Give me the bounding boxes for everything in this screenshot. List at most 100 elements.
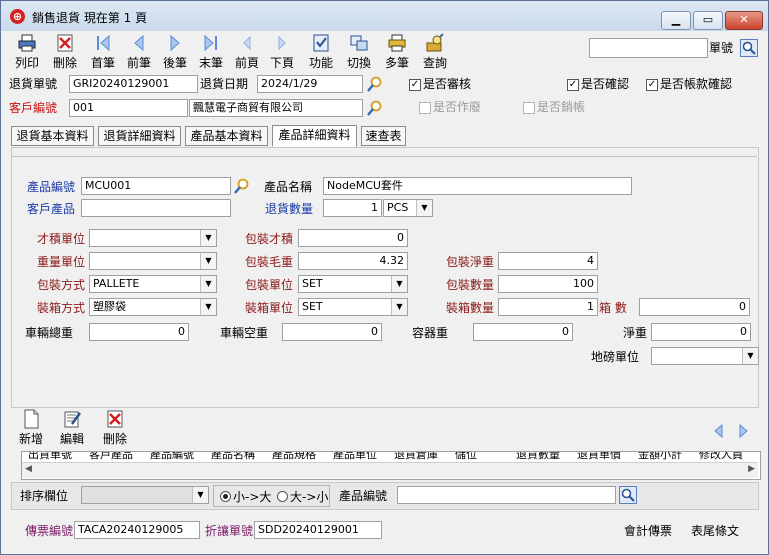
minimize-icon: ▁ bbox=[671, 13, 681, 26]
print-button[interactable]: 列印 bbox=[9, 33, 45, 71]
next-page-button[interactable]: 下頁 bbox=[264, 33, 300, 71]
scale-unit-select[interactable]: ▼ bbox=[651, 347, 759, 365]
multi-record-button[interactable]: 多筆 bbox=[379, 33, 415, 71]
sort-bar: 排序欄位 ▼ 小->大 大->小 產品編號 bbox=[11, 482, 759, 510]
product-lookup-icon[interactable] bbox=[233, 177, 251, 195]
return-qty-field[interactable]: 1 bbox=[323, 199, 382, 217]
reviewed-checkbox[interactable]: ✓ bbox=[409, 79, 421, 91]
sort-desc-radio[interactable] bbox=[277, 491, 288, 502]
grid-next-icon[interactable] bbox=[735, 423, 751, 439]
minimize-button[interactable]: ▁ bbox=[661, 11, 691, 30]
container-weight-field[interactable]: 0 bbox=[473, 323, 573, 341]
column-header[interactable]: 產品編號 bbox=[150, 452, 194, 462]
package-gross-label: 包裝毛重 bbox=[245, 255, 294, 269]
boxing-unit-select[interactable]: SET ▼ bbox=[298, 298, 408, 316]
column-header[interactable]: 客戶產品 bbox=[89, 452, 133, 462]
customer-lookup-icon[interactable] bbox=[366, 99, 384, 117]
voucher-no-field[interactable]: TACA20240129005 bbox=[74, 521, 200, 539]
search-icon[interactable] bbox=[619, 486, 637, 504]
product-name-field[interactable]: NodeMCU套件 bbox=[323, 177, 632, 195]
column-header[interactable]: 出貨單號 bbox=[28, 452, 72, 462]
query-icon bbox=[426, 33, 444, 52]
scroll-left-icon[interactable]: ◀ bbox=[25, 464, 32, 474]
boxing-method-select[interactable]: 塑膠袋 ▼ bbox=[89, 298, 217, 316]
net-weight-field[interactable]: 0 bbox=[651, 323, 751, 341]
switch-button[interactable]: 切換 bbox=[341, 33, 377, 71]
package-net-field[interactable]: 4 bbox=[498, 252, 598, 270]
column-header[interactable]: 退貨單價 bbox=[577, 452, 621, 462]
customer-product-field[interactable] bbox=[81, 199, 231, 217]
closed-checkbox bbox=[523, 102, 535, 114]
column-header[interactable]: 產品名稱 bbox=[211, 452, 255, 462]
close-button[interactable]: ✕ bbox=[725, 11, 763, 30]
package-method-label: 包裝方式 bbox=[37, 278, 86, 292]
volume-unit-select[interactable]: ▼ bbox=[89, 229, 217, 247]
return-items-grid[interactable]: 出貨單號 客戶產品 產品編號 產品名稱 產品規格 產品單位 退貨倉庫 儲位 退貨… bbox=[21, 451, 761, 480]
column-header[interactable]: 儲位 bbox=[455, 452, 477, 462]
package-unit-select[interactable]: SET ▼ bbox=[298, 275, 408, 293]
boxing-unit-label: 裝箱單位 bbox=[245, 301, 294, 315]
grid-prev-icon[interactable] bbox=[711, 423, 727, 439]
tab-return-detail[interactable]: 退貨詳細資料 bbox=[98, 126, 181, 146]
next-record-button[interactable]: 後筆 bbox=[157, 33, 193, 71]
search-icon[interactable] bbox=[740, 39, 758, 57]
delete-button[interactable]: 刪除 bbox=[47, 33, 83, 71]
previous-page-button[interactable]: 前頁 bbox=[229, 33, 265, 71]
volume-unit-label: 才積單位 bbox=[37, 232, 86, 246]
document-search-input[interactable] bbox=[589, 38, 708, 58]
payment-confirmed-checkbox[interactable]: ✓ bbox=[646, 79, 658, 91]
vehicle-empty-field[interactable]: 0 bbox=[282, 323, 382, 341]
customer-no-field[interactable]: 001 bbox=[69, 99, 188, 117]
tab-product-basic[interactable]: 產品基本資料 bbox=[185, 126, 268, 146]
edit-row-button[interactable]: 編輯 bbox=[54, 409, 90, 447]
last-record-button[interactable]: 末筆 bbox=[193, 33, 229, 71]
column-header[interactable]: 退貨數量 bbox=[516, 452, 560, 462]
app-logo-icon: ⊕ bbox=[10, 9, 25, 24]
function-button[interactable]: 功能 bbox=[303, 33, 339, 71]
add-row-button[interactable]: 新增 bbox=[13, 409, 49, 447]
tab-product-detail[interactable]: 產品詳細資料 bbox=[272, 125, 357, 147]
weight-unit-select[interactable]: ▼ bbox=[89, 252, 217, 270]
delete-row-button[interactable]: 刪除 bbox=[97, 409, 133, 447]
tab-return-basic[interactable]: 退貨基本資料 bbox=[11, 126, 94, 146]
column-header[interactable]: 金額小計 bbox=[638, 452, 682, 462]
sort-field-select[interactable]: ▼ bbox=[81, 486, 209, 504]
confirmed-checkbox[interactable]: ✓ bbox=[567, 79, 579, 91]
first-record-button[interactable]: 首筆 bbox=[85, 33, 121, 71]
date-lookup-icon[interactable] bbox=[366, 75, 384, 93]
package-gross-field[interactable]: 4.32 bbox=[298, 252, 408, 270]
boxing-qty-field[interactable]: 1 bbox=[498, 298, 598, 316]
return-unit-select[interactable]: PCS ▼ bbox=[383, 199, 433, 217]
maximize-button[interactable]: ▭ bbox=[693, 11, 723, 30]
chevron-down-icon: ▼ bbox=[200, 253, 216, 269]
previous-record-button[interactable]: 前筆 bbox=[121, 33, 157, 71]
column-header[interactable]: 產品單位 bbox=[333, 452, 377, 462]
product-code-field[interactable]: MCU001 bbox=[81, 177, 231, 195]
discount-no-field[interactable]: SDD20240129001 bbox=[254, 521, 382, 539]
tab-quick-lookup[interactable]: 速查表 bbox=[361, 126, 406, 146]
panel-divider bbox=[11, 156, 757, 157]
sales-return-window: ⊕ 銷售退貨 現在第 1 頁 ▁ ▭ ✕ 列印 刪除 首筆 前筆 後筆 末筆 前… bbox=[0, 0, 769, 555]
package-method-select[interactable]: PALLETE ▼ bbox=[89, 275, 217, 293]
package-unit-label: 包裝單位 bbox=[245, 278, 294, 292]
tail-text-link[interactable]: 表尾條文 bbox=[691, 523, 739, 539]
box-count-field[interactable]: 0 bbox=[639, 298, 750, 316]
accounting-voucher-link[interactable]: 會計傳票 bbox=[624, 523, 672, 539]
return-no-field[interactable]: GRI20240129001 bbox=[69, 75, 198, 93]
scale-unit-label: 地磅單位 bbox=[591, 350, 640, 364]
grid-horizontal-scrollbar[interactable]: ◀ ▶ bbox=[22, 462, 758, 478]
sort-product-code-input[interactable] bbox=[397, 486, 616, 504]
column-header[interactable]: 修改人員 bbox=[699, 452, 743, 462]
package-volume-field[interactable]: 0 bbox=[298, 229, 408, 247]
payment-confirmed-label: 是否帳款確認 bbox=[660, 77, 733, 91]
column-header[interactable]: 產品規格 bbox=[272, 452, 316, 462]
return-date-field[interactable]: 2024/1/29 bbox=[257, 75, 363, 93]
next-record-icon bbox=[170, 34, 180, 52]
return-date-label: 退貨日期 bbox=[200, 77, 249, 91]
package-qty-field[interactable]: 100 bbox=[498, 275, 598, 293]
query-button[interactable]: 查詢 bbox=[417, 33, 453, 71]
column-header[interactable]: 退貨倉庫 bbox=[394, 452, 438, 462]
sort-asc-radio[interactable] bbox=[220, 491, 231, 502]
scroll-right-icon[interactable]: ▶ bbox=[748, 464, 755, 474]
vehicle-total-field[interactable]: 0 bbox=[89, 323, 189, 341]
